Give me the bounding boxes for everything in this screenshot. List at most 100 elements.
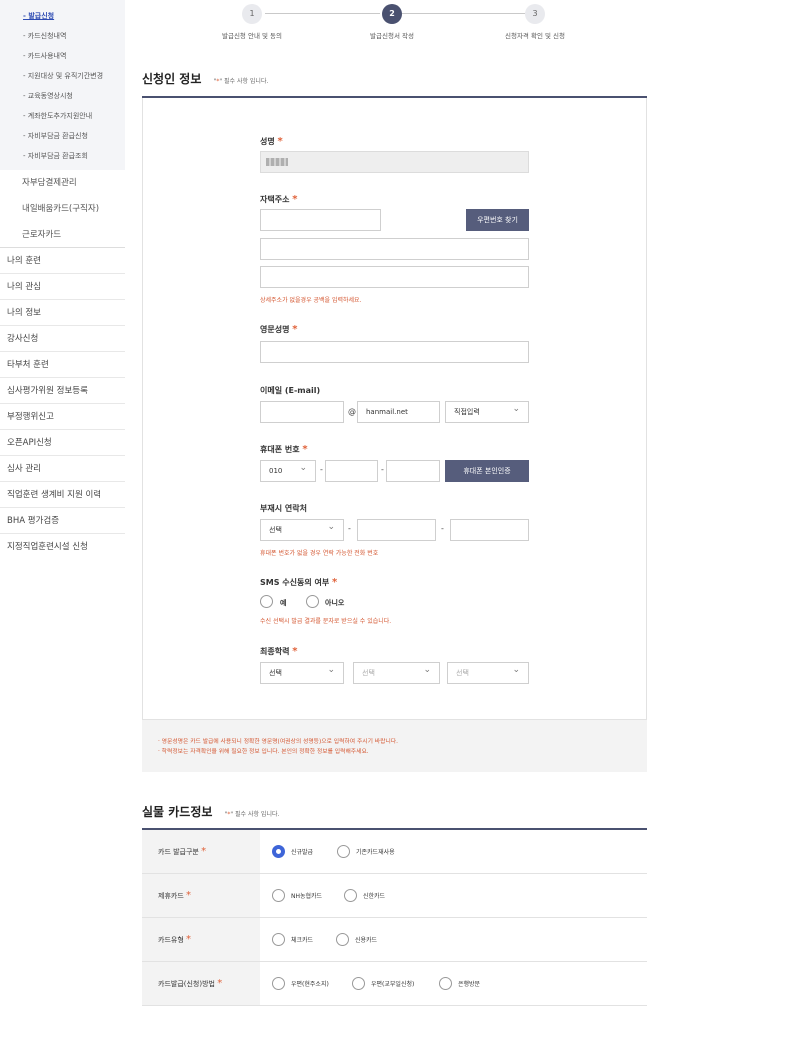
applicant-section-title: 신청인 정보 "*" 필수 사항 입니다. xyxy=(142,70,268,87)
masked-name xyxy=(266,158,288,166)
phone-middle-input[interactable] xyxy=(325,460,378,482)
address-label: 자택주소 * xyxy=(260,194,297,205)
sidebar-item-limit-info[interactable]: - 계좌한도추가지원안내 xyxy=(0,106,125,126)
step-2-label: 발급신청서 작성 xyxy=(370,32,414,40)
row-header: 카드발급(신청)방법 * xyxy=(142,962,260,1005)
sidebar-item-my-info[interactable]: 나의 정보 xyxy=(0,300,125,326)
email-id-input[interactable] xyxy=(260,401,344,423)
alt-dash: - xyxy=(441,524,444,533)
sidebar-item-apply[interactable]: - 발급신청 xyxy=(0,6,125,26)
label-text: 영문성명 xyxy=(260,325,290,334)
phone-verify-button[interactable]: 휴대폰 본인인증 xyxy=(445,460,529,482)
section-title-text: 실물 카드정보 xyxy=(142,805,213,819)
sidebar-item-card-usage[interactable]: - 카드사용내역 xyxy=(0,46,125,66)
issue-new-radio[interactable] xyxy=(272,845,285,858)
step-2-circle: 2 xyxy=(382,4,402,24)
sms-yes-label: 예 xyxy=(280,599,287,607)
phone-last-input[interactable] xyxy=(386,460,440,482)
eng-name-input[interactable] xyxy=(260,341,529,363)
alt-dash: - xyxy=(348,524,351,533)
notice-line: · 학력정보는 자격확인을 위해 필요한 정보 입니다. 본인의 정확한 정보를… xyxy=(158,749,369,755)
sidebar-item-card-history[interactable]: - 카드신청내역 xyxy=(0,26,125,46)
sms-no-label: 아니오 xyxy=(325,599,345,607)
sidebar-item-evaluator[interactable]: 심사평가위원 정보등록 xyxy=(0,378,125,404)
row-header: 카드 발급구분 * xyxy=(142,830,260,873)
step-3-circle: 3 xyxy=(525,4,545,24)
email-domain-input[interactable]: hanmail.net xyxy=(357,401,440,423)
step-1-label: 발급신청 안내 및 동의 xyxy=(221,32,283,40)
email-domain-select[interactable]: 직접입력 xyxy=(445,399,529,423)
alt-last-input[interactable] xyxy=(450,519,529,541)
education-select-1[interactable]: 선택 xyxy=(260,660,344,684)
phone-dash: - xyxy=(320,465,323,474)
partner-nh-radio[interactable] xyxy=(272,889,285,902)
card-submenu: - 발급신청 - 카드신청내역 - 카드사용내역 - 지원대상 및 유직기간변경… xyxy=(0,0,125,170)
zipcode-search-button[interactable]: 우편번호 찾기 xyxy=(466,209,529,231)
label-text: 성명 xyxy=(260,137,275,146)
email-at: @ xyxy=(348,407,356,416)
phone-prefix-select[interactable]: 010 xyxy=(260,458,316,482)
issue-new-label: 신규발급 xyxy=(291,849,314,856)
issue-reuse-radio[interactable] xyxy=(337,845,350,858)
alt-middle-input[interactable] xyxy=(357,519,436,541)
zipcode-input[interactable] xyxy=(260,209,381,231)
method-post-home-radio[interactable] xyxy=(272,977,285,990)
method-bank-label: 은행방문 xyxy=(458,981,481,988)
method-post-office-radio[interactable] xyxy=(352,977,365,990)
partner-shinhan-label: 신한카드 xyxy=(363,893,386,900)
step-connector xyxy=(400,13,525,14)
email-label: 이메일 (E-mail) xyxy=(260,386,321,395)
sidebar-item-bha[interactable]: BHA 평가검증 xyxy=(0,508,125,534)
address-line1-input[interactable] xyxy=(260,238,529,260)
required-star: * xyxy=(201,846,207,857)
card-info-table: 카드 발급구분 * 신규발급 기존카드재사용 제휴카드 * NH농협카드 신한카… xyxy=(142,830,647,1006)
name-field xyxy=(260,151,529,173)
required-star: * xyxy=(302,444,308,455)
education-select-2[interactable]: 선택 xyxy=(353,660,440,684)
phone-dash: - xyxy=(381,465,384,474)
required-star: * xyxy=(332,577,338,588)
sidebar-item-my-interest[interactable]: 나의 관심 xyxy=(0,274,125,300)
sms-no-radio[interactable] xyxy=(306,595,319,608)
education-select-3[interactable]: 선택 xyxy=(447,660,529,684)
method-post-office-label: 우편(교부일신청) xyxy=(371,981,415,988)
phone-label: 휴대폰 번호 * xyxy=(260,444,308,455)
sidebar-item-living-cost[interactable]: 직업훈련 생계비 지원 이력 xyxy=(0,482,125,508)
required-star: * xyxy=(186,890,191,901)
required-star: * xyxy=(186,934,191,945)
required-star: * xyxy=(292,646,298,657)
sidebar-item-facility[interactable]: 지정직업훈련시설 신청 xyxy=(0,534,125,560)
issue-reuse-label: 기존카드재사용 xyxy=(356,849,395,856)
sidebar-item-other-ministry[interactable]: 타부처 훈련 xyxy=(0,352,125,378)
label-text: 자택주소 xyxy=(260,195,290,204)
section-title-text: 신청인 정보 xyxy=(142,72,202,86)
sms-yes-radio[interactable] xyxy=(260,595,273,608)
type-check-radio[interactable] xyxy=(272,933,285,946)
sidebar-item-self-pay[interactable]: 자부담결제관리 xyxy=(0,170,125,196)
note-text: " 필수 사항 입니다. xyxy=(219,78,269,85)
partner-shinhan-radio[interactable] xyxy=(344,889,357,902)
address-hint: 상세주소가 없을경우 공백을 입력하세요. xyxy=(260,297,362,304)
method-bank-radio[interactable] xyxy=(439,977,452,990)
sidebar-item-open-api[interactable]: 오픈API신청 xyxy=(0,430,125,456)
sidebar-item-worker-card[interactable]: 근로자카드 xyxy=(0,222,125,248)
partner-card-row: 제휴카드 * NH농협카드 신한카드 xyxy=(142,874,647,918)
row-header: 카드유형 * xyxy=(142,918,260,961)
sidebar-item-refund-apply[interactable]: - 자비부담금 환급신청 xyxy=(0,126,125,146)
sidebar-item-jobseeker-card[interactable]: 내일배움카드(구직자) xyxy=(0,196,125,222)
sms-hint: 수신 선택시 발급 결과를 문자로 받으실 수 있습니다. xyxy=(260,618,392,625)
required-star: * xyxy=(292,194,298,205)
required-note: "*" 필수 사항 입니다. xyxy=(225,811,280,818)
address-line2-input[interactable] xyxy=(260,266,529,288)
alt-prefix-select[interactable]: 선택 xyxy=(260,517,344,541)
sidebar-item-report[interactable]: 부정행위신고 xyxy=(0,404,125,430)
sidebar-item-instructor[interactable]: 강사신청 xyxy=(0,326,125,352)
sidebar-item-refund-view[interactable]: - 자비부담금 환급조회 xyxy=(0,146,125,166)
issue-method-row: 카드발급(신청)방법 * 우편(현주소지) 우편(교부일신청) 은행방문 xyxy=(142,962,647,1006)
sidebar-item-my-training[interactable]: 나의 훈련 xyxy=(0,248,125,274)
education-label: 최종학력 * xyxy=(260,646,297,657)
sidebar-item-period-change[interactable]: - 지원대상 및 유직기간변경 xyxy=(0,66,125,86)
sidebar-item-edu-video[interactable]: - 교육동영상시청 xyxy=(0,86,125,106)
type-credit-radio[interactable] xyxy=(336,933,349,946)
sidebar-item-review[interactable]: 심사 관리 xyxy=(0,456,125,482)
